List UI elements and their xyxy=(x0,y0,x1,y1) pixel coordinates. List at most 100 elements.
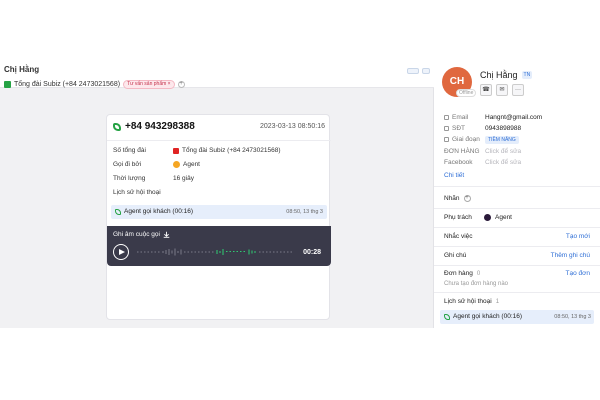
call-history-item[interactable]: Agent gọi khách (00:16) 08:50, 13 thg 3 xyxy=(111,205,327,219)
history-item-label: Agent gọi khách (00:16) xyxy=(444,313,522,320)
call-button[interactable]: ☎ xyxy=(480,84,492,96)
field-label-history: Lịch sử hội thoại xyxy=(113,189,161,196)
contact-name-text: Chị Hằng xyxy=(480,70,518,80)
history-item[interactable]: Agent gọi khách (00:16) 08:50, 13 thg 3 xyxy=(440,310,594,324)
call-phone: +84 943298388 xyxy=(113,121,195,132)
history-count: 1 xyxy=(495,298,500,305)
email-value[interactable]: Hangnt@gmail.com xyxy=(485,114,542,121)
note-title: Ghi chú xyxy=(444,252,467,259)
history-section: Lịch sử hội thoại 1 xyxy=(444,298,499,305)
divider xyxy=(434,227,600,228)
email-label: Email xyxy=(452,114,469,121)
call-phone-number: +84 943298388 xyxy=(125,121,195,132)
stage-icon xyxy=(444,137,449,142)
app-frame: Chị Hằng Tổng đài Subiz (+84 2473021568)… xyxy=(0,58,600,328)
recording-title-text: Ghi âm cuộc gọi xyxy=(113,231,160,238)
header-buttons xyxy=(407,68,430,74)
facebook-row: Facebook xyxy=(444,159,473,166)
detail-link[interactable]: Chi tiết xyxy=(444,172,464,179)
email-row: Email xyxy=(444,114,468,121)
contact-actions: ☎ ✉ ··· xyxy=(480,84,524,96)
conversation-header: Chị Hằng Tổng đài Subiz (+84 2473021568)… xyxy=(0,58,434,89)
order-label: ĐƠN HÀNG xyxy=(444,148,480,155)
hotline-icon xyxy=(173,147,179,154)
add-label-button[interactable]: + xyxy=(463,195,471,202)
divider xyxy=(434,208,600,209)
recording-duration: 00:28 xyxy=(303,249,321,256)
field-label-caller: Gọi đi bởi xyxy=(113,161,142,168)
avatar-status: Offline xyxy=(456,89,477,97)
call-history-label: Agent gọi khách (00:16) xyxy=(115,208,193,215)
orders-empty-text: Chưa tạo đơn hàng nào xyxy=(444,281,508,287)
add-note-link[interactable]: Thêm ghi chú xyxy=(551,252,590,259)
phone-field-icon xyxy=(444,126,449,131)
add-tag-button[interactable]: + xyxy=(177,81,185,88)
stage-badge[interactable]: TIỀM NĂNG xyxy=(485,136,519,144)
assignee-name: Agent xyxy=(495,214,512,221)
call-history-text: Agent gọi khách (00:16) xyxy=(124,208,194,215)
header-button[interactable] xyxy=(407,68,419,74)
facebook-field[interactable]: Click để sửa xyxy=(485,159,521,166)
phone-icon xyxy=(113,122,121,131)
label-title: Nhãn xyxy=(444,195,460,202)
play-button[interactable] xyxy=(113,244,129,260)
conversation-pane: Chị Hằng Tổng đài Subiz (+84 2473021568)… xyxy=(0,58,434,328)
contact-badge: TN xyxy=(521,71,533,79)
header-button-small[interactable] xyxy=(422,68,430,74)
waveform[interactable] xyxy=(135,248,295,256)
divider xyxy=(434,246,600,247)
history-title: Lịch sử hội thoại xyxy=(444,298,492,305)
assignee-value[interactable]: Agent xyxy=(484,214,512,221)
assignee-section: Phụ trách xyxy=(444,214,472,221)
orders-count: 0 xyxy=(476,270,481,277)
order-row: ĐƠN HÀNG xyxy=(444,148,480,155)
call-card: +84 943298388 2023-03-13 08:50:16 Số tổn… xyxy=(106,114,331,320)
email-icon xyxy=(444,115,449,120)
recording-title: Ghi âm cuộc gọi xyxy=(113,231,170,238)
orders-title: Đơn hàng xyxy=(444,270,473,277)
caller-value: Agent xyxy=(183,161,200,168)
field-value-hotline: Tổng đài Subiz (+84 2473021568) xyxy=(173,147,280,154)
channel-row: Tổng đài Subiz (+84 2473021568) Tư vấn s… xyxy=(4,80,185,89)
phone-row: SĐT xyxy=(444,125,465,132)
assignee-avatar-icon xyxy=(484,214,491,221)
history-item-date: 08:50, 13 thg 3 xyxy=(554,314,591,320)
hotline-value: Tổng đài Subiz (+84 2473021568) xyxy=(182,147,281,154)
divider xyxy=(434,186,600,187)
phone-icon xyxy=(115,208,121,215)
more-button[interactable]: ··· xyxy=(512,84,524,96)
field-label-hotline: Số tổng đài xyxy=(113,147,146,154)
divider xyxy=(434,265,600,266)
assignee-title: Phụ trách xyxy=(444,214,472,221)
phone-label: SĐT xyxy=(452,125,465,132)
label-section: Nhãn + xyxy=(444,195,471,202)
call-card-header: +84 943298388 2023-03-13 08:50:16 xyxy=(107,115,331,141)
channel-label: Tổng đài Subiz (+84 2473021568) xyxy=(14,81,121,88)
email-button[interactable]: ✉ xyxy=(496,84,508,96)
create-reminder-link[interactable]: Tạo mới xyxy=(566,233,590,240)
contact-name: Chị Hằng TN xyxy=(480,70,533,80)
download-icon[interactable] xyxy=(163,231,170,238)
field-value-caller: Agent xyxy=(173,161,200,168)
phone-value[interactable]: 0943898988 xyxy=(485,125,521,132)
phone-channel-icon xyxy=(4,81,11,88)
order-field[interactable]: Click để sửa xyxy=(485,148,521,155)
call-history-date: 08:50, 13 thg 3 xyxy=(286,209,323,215)
contact-sidebar: CH Offline Chị Hằng TN ☎ ✉ ··· Email Han… xyxy=(434,58,600,328)
stage-row: Giai đoạn xyxy=(444,136,480,143)
conversation-tag[interactable]: Tư vấn sản phẩm × xyxy=(123,80,175,89)
field-value-duration: 16 giây xyxy=(173,175,194,182)
create-order-link[interactable]: Tạo đơn xyxy=(566,270,591,277)
call-datetime: 2023-03-13 08:50:16 xyxy=(260,123,325,130)
conversation-title: Chị Hằng xyxy=(4,65,40,74)
history-item-text: Agent gọi khách (00:16) xyxy=(453,313,523,320)
stage-label: Giai đoạn xyxy=(452,136,480,143)
facebook-label: Facebook xyxy=(444,159,473,166)
field-label-duration: Thời lượng xyxy=(113,175,146,182)
phone-icon xyxy=(444,313,450,320)
agent-avatar-icon xyxy=(173,161,180,168)
orders-section: Đơn hàng 0 xyxy=(444,270,480,277)
recording-player: Ghi âm cuộc gọi 00:28 xyxy=(107,226,331,266)
divider xyxy=(434,292,600,293)
reminder-title: Nhắc việc xyxy=(444,233,473,240)
